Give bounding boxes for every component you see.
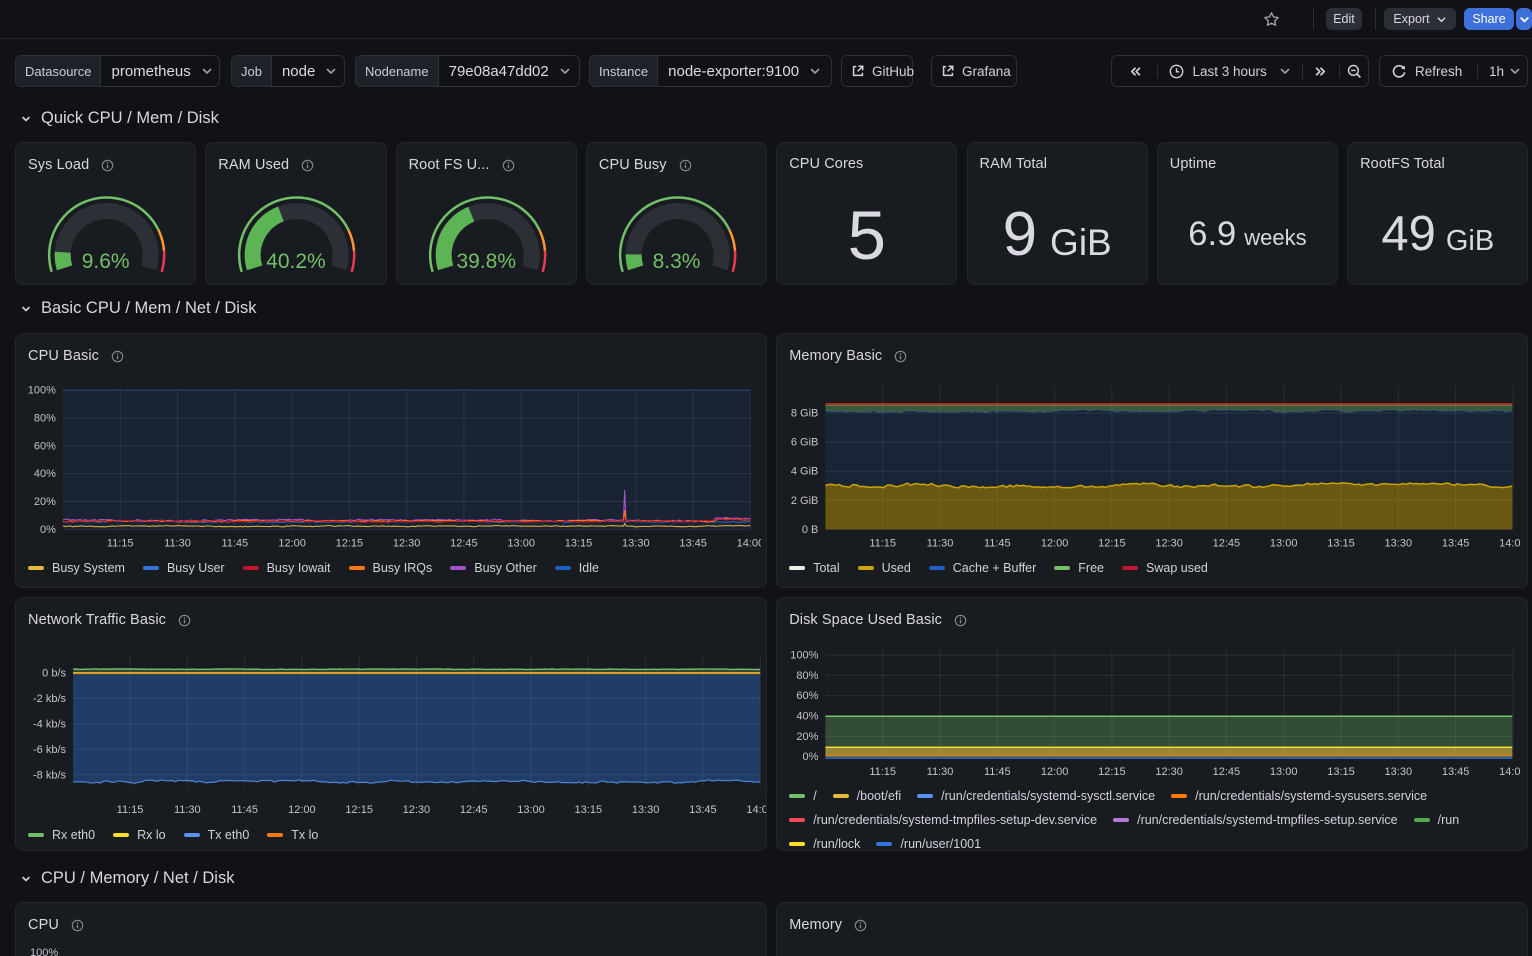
svg-text:-8 kb/s: -8 kb/s [33, 769, 67, 781]
svg-text:14:00: 14:00 [746, 804, 767, 816]
svg-text:14:00: 14:00 [1499, 766, 1521, 778]
svg-text:12:30: 12:30 [1156, 538, 1184, 550]
svg-text:13:00: 13:00 [1270, 766, 1298, 778]
svg-text:11:15: 11:15 [107, 538, 134, 550]
svg-text:12:45: 12:45 [460, 804, 488, 816]
svg-text:40%: 40% [797, 711, 819, 723]
svg-text:12:30: 12:30 [403, 804, 431, 816]
svg-text:20%: 20% [797, 731, 819, 743]
svg-text:12:00: 12:00 [288, 804, 316, 816]
svg-text:11:45: 11:45 [984, 538, 1011, 550]
svg-text:11:15: 11:15 [870, 538, 897, 550]
svg-text:0 b/s: 0 b/s [42, 668, 66, 680]
svg-text:12:15: 12:15 [336, 538, 364, 550]
svg-text:11:15: 11:15 [117, 804, 144, 816]
svg-text:12:30: 12:30 [393, 538, 421, 550]
svg-text:13:45: 13:45 [679, 538, 707, 550]
svg-text:0 B: 0 B [802, 524, 819, 536]
svg-text:12:15: 12:15 [1098, 766, 1126, 778]
svg-text:11:45: 11:45 [984, 766, 1011, 778]
svg-text:80%: 80% [34, 412, 56, 424]
svg-text:60%: 60% [797, 690, 819, 702]
svg-text:12:00: 12:00 [1041, 766, 1069, 778]
svg-text:13:30: 13:30 [632, 804, 660, 816]
svg-text:20%: 20% [34, 496, 56, 508]
svg-text:12:15: 12:15 [345, 804, 373, 816]
svg-text:14:00: 14:00 [1499, 538, 1521, 550]
svg-text:-2 kb/s: -2 kb/s [33, 693, 67, 705]
svg-text:11:30: 11:30 [927, 538, 954, 550]
svg-text:-6 kb/s: -6 kb/s [33, 744, 67, 756]
svg-text:13:00: 13:00 [1270, 538, 1298, 550]
svg-text:11:15: 11:15 [870, 766, 897, 778]
svg-text:13:15: 13:15 [575, 804, 603, 816]
svg-text:2 GiB: 2 GiB [791, 495, 819, 507]
svg-text:4 GiB: 4 GiB [791, 466, 819, 478]
svg-text:11:30: 11:30 [174, 804, 201, 816]
svg-text:12:45: 12:45 [1213, 538, 1241, 550]
svg-text:12:00: 12:00 [278, 538, 306, 550]
svg-text:60%: 60% [34, 440, 56, 452]
svg-text:14:00: 14:00 [737, 538, 761, 550]
svg-text:-4 kb/s: -4 kb/s [33, 718, 67, 730]
svg-text:13:45: 13:45 [689, 804, 717, 816]
svg-text:0%: 0% [803, 751, 819, 763]
svg-text:12:45: 12:45 [450, 538, 478, 550]
svg-text:40%: 40% [34, 468, 56, 480]
svg-text:13:30: 13:30 [1385, 538, 1413, 550]
svg-text:11:30: 11:30 [927, 766, 954, 778]
svg-text:8 GiB: 8 GiB [791, 408, 819, 420]
svg-text:0%: 0% [40, 524, 56, 536]
svg-text:11:45: 11:45 [221, 538, 248, 550]
svg-text:80%: 80% [797, 670, 819, 682]
svg-text:13:30: 13:30 [1385, 766, 1413, 778]
svg-text:11:30: 11:30 [164, 538, 191, 550]
svg-text:6 GiB: 6 GiB [791, 437, 819, 449]
svg-text:13:30: 13:30 [622, 538, 650, 550]
svg-text:12:45: 12:45 [1213, 766, 1241, 778]
svg-text:12:30: 12:30 [1156, 766, 1184, 778]
svg-text:100%: 100% [28, 385, 56, 397]
svg-text:13:15: 13:15 [1327, 766, 1355, 778]
svg-text:12:15: 12:15 [1098, 538, 1126, 550]
svg-text:11:45: 11:45 [231, 804, 258, 816]
svg-text:13:15: 13:15 [565, 538, 593, 550]
svg-text:13:45: 13:45 [1442, 766, 1470, 778]
svg-text:13:00: 13:00 [517, 804, 545, 816]
svg-text:13:45: 13:45 [1442, 538, 1470, 550]
svg-text:13:00: 13:00 [507, 538, 535, 550]
svg-text:12:00: 12:00 [1041, 538, 1069, 550]
svg-text:100%: 100% [790, 650, 818, 662]
svg-text:13:15: 13:15 [1327, 538, 1355, 550]
